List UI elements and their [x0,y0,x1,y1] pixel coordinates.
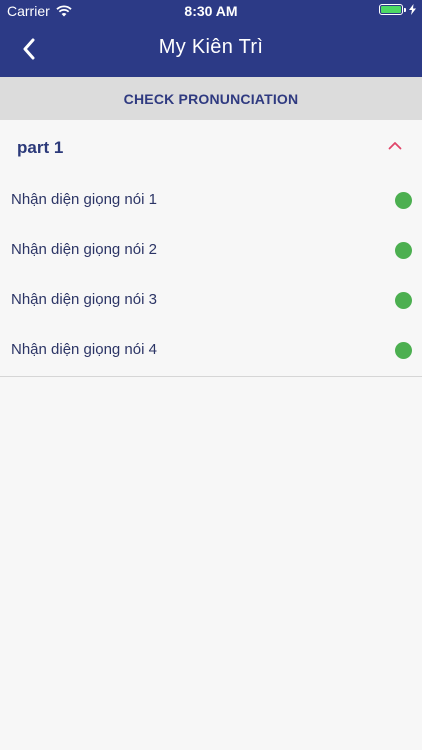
section-header-check-pronunciation: CHECK PRONUNCIATION [0,77,422,120]
page-title: My Kiên Trì [158,36,264,58]
navigation-bar: My Kiên Trì [0,22,422,77]
status-dot-icon [395,342,412,359]
part-title: part 1 [17,138,64,157]
battery-indicator [379,4,416,15]
lesson-item[interactable]: Nhận diện giọng nói 4 [0,326,422,376]
lesson-item-label: Nhận diện giọng nói 1 [11,191,157,208]
status-time: 8:30 AM [184,3,238,19]
status-dot-icon [395,292,412,309]
top-bar: Carrier 8:30 AM My Kiên Trì [0,0,422,77]
status-dot-icon [395,242,412,259]
lesson-item[interactable]: Nhận diện giọng nói 1 [0,176,422,226]
section-title: CHECK PRONUNCIATION [123,90,299,107]
part-header[interactable]: part 1 [0,120,422,176]
lesson-item-label: Nhận diện giọng nói 2 [11,241,157,258]
part-accordion: part 1 Nhận diện giọng nói 1 Nhận diện g… [0,120,422,377]
lesson-item-label: Nhận diện giọng nói 3 [11,291,157,308]
lesson-item[interactable]: Nhận diện giọng nói 2 [0,226,422,276]
lesson-item[interactable]: Nhận diện giọng nói 3 [0,276,422,326]
chevron-up-icon[interactable] [388,141,402,150]
status-dot-icon [395,192,412,209]
charging-bolt-icon [409,4,416,15]
battery-full-icon [379,4,403,15]
status-bar: Carrier 8:30 AM [0,0,422,22]
lesson-item-label: Nhận diện giọng nói 4 [11,341,157,358]
